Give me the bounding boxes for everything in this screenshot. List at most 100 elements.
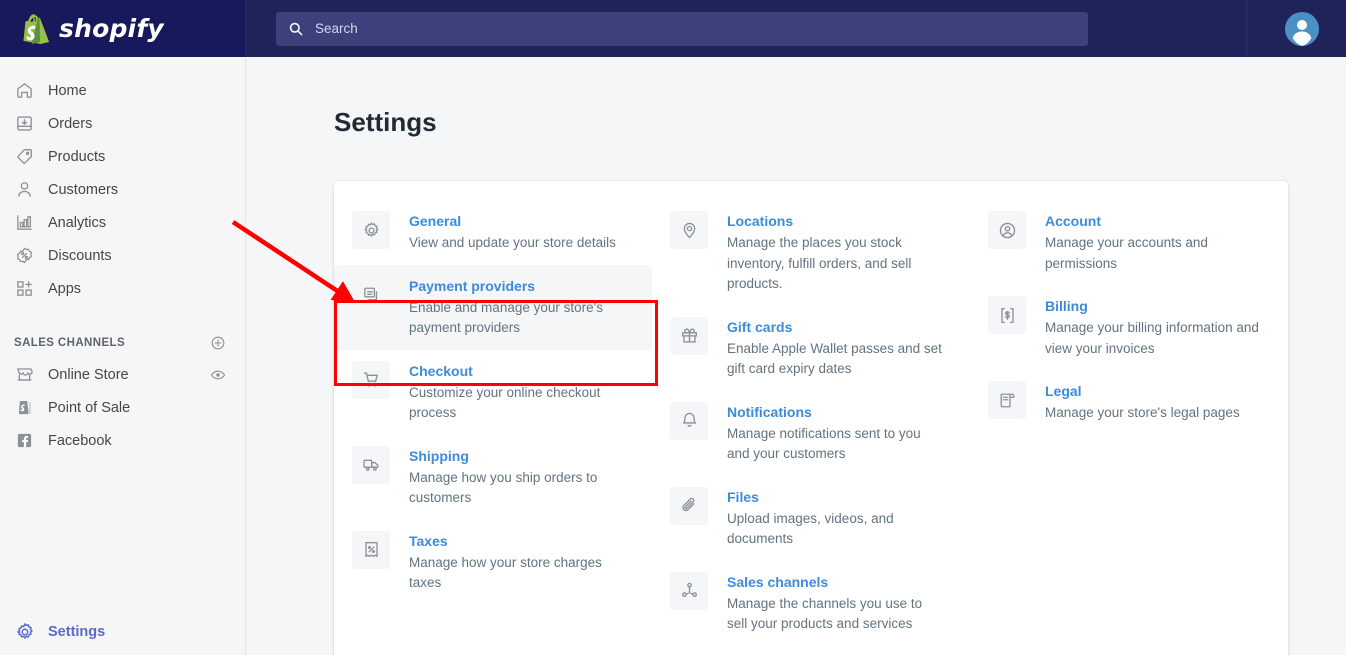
apps-grid-plus-icon <box>14 278 35 299</box>
orders-inbox-icon <box>14 113 35 134</box>
settings-item-title: Locations <box>727 212 945 230</box>
person-icon <box>14 179 35 200</box>
settings-item-description: Manage the places you stock inventory, f… <box>727 233 945 295</box>
settings-item-description: Manage your billing information and view… <box>1045 318 1263 359</box>
settings-card: General View and update your store detai… <box>334 181 1288 655</box>
shopping-cart-icon <box>352 361 390 399</box>
settings-item-description: View and update your store details <box>409 233 616 254</box>
sidebar-item-settings[interactable]: Settings <box>0 609 246 655</box>
settings-item-taxes[interactable]: Taxes Manage how your store charges taxe… <box>334 520 652 605</box>
eye-icon[interactable] <box>210 367 226 383</box>
avatar[interactable] <box>1285 12 1319 46</box>
settings-item-description: Manage how your store charges taxes <box>409 553 627 594</box>
plus-circle-icon[interactable] <box>210 335 226 351</box>
sidebar-nav-list: Home Orders <box>0 57 245 305</box>
shopify-bag-logo-icon <box>22 14 50 44</box>
settings-item-files[interactable]: Files Upload images, videos, and documen… <box>652 476 970 561</box>
sidebar-item-label: Apps <box>48 281 81 297</box>
settings-item-shipping[interactable]: Shipping Manage how you ship orders to c… <box>334 435 652 520</box>
sidebar-item-label: Facebook <box>48 433 112 449</box>
shopify-wordmark: shopify <box>59 14 164 43</box>
sidebar-item-analytics[interactable]: Analytics <box>0 206 245 239</box>
sidebar-item-label: Products <box>48 149 105 165</box>
sidebar-item-discounts[interactable]: Discounts <box>0 239 245 272</box>
gift-icon <box>670 317 708 355</box>
settings-item-account[interactable]: Account Manage your accounts and permiss… <box>970 200 1288 285</box>
sidebar-item-online-store[interactable]: Online Store <box>0 358 245 391</box>
discount-percent-icon <box>14 245 35 266</box>
shopify-admin-settings-page: shopify Search <box>0 0 1346 655</box>
settings-item-title: Files <box>727 488 945 506</box>
sidebar-item-label: Settings <box>48 624 105 640</box>
sidebar-item-facebook[interactable]: Facebook <box>0 424 245 457</box>
page-title: Settings <box>334 107 437 138</box>
settings-item-title: Gift cards <box>727 318 945 336</box>
settings-item-checkout[interactable]: Checkout Customize your online checkout … <box>334 350 652 435</box>
settings-column-2: Locations Manage the places you stock in… <box>652 181 970 655</box>
sidebar-item-customers[interactable]: Customers <box>0 173 245 206</box>
settings-column-1: General View and update your store detai… <box>334 181 652 655</box>
settings-item-title: Sales channels <box>727 573 945 591</box>
shopify-logo[interactable]: shopify <box>0 0 246 57</box>
receipt-percent-icon <box>352 531 390 569</box>
search-input[interactable]: Search <box>276 12 1088 46</box>
sidebar-item-label: Home <box>48 83 87 99</box>
settings-item-description: Manage your store's legal pages <box>1045 403 1240 424</box>
settings-item-description: Customize your online checkout process <box>409 383 627 424</box>
settings-item-general[interactable]: General View and update your store detai… <box>334 200 652 265</box>
sidebar-item-products[interactable]: Products <box>0 140 245 173</box>
bar-chart-icon <box>14 212 35 233</box>
settings-item-legal[interactable]: Legal Manage your store's legal pages <box>970 370 1288 435</box>
settings-column-3: Account Manage your accounts and permiss… <box>970 181 1288 655</box>
gear-icon <box>14 622 35 643</box>
sidebar-item-point-of-sale[interactable]: Point of Sale <box>0 391 245 424</box>
network-nodes-icon <box>670 572 708 610</box>
main-content: Settings General View and update your st… <box>246 57 1346 655</box>
settings-item-title: Notifications <box>727 403 945 421</box>
settings-item-description: Upload images, videos, and documents <box>727 509 945 550</box>
search-placeholder: Search <box>315 21 358 36</box>
top-bar-right <box>1246 0 1346 57</box>
settings-item-description: Enable Apple Wallet passes and set gift … <box>727 339 945 380</box>
settings-item-sales-channels[interactable]: Sales channels Manage the channels you u… <box>652 561 970 646</box>
sidebar-item-label: Customers <box>48 182 118 198</box>
sidebar-item-label: Point of Sale <box>48 400 130 416</box>
sidebar: Home Orders <box>0 57 246 655</box>
sidebar-item-orders[interactable]: Orders <box>0 107 245 140</box>
legal-document-icon <box>988 381 1026 419</box>
tag-icon <box>14 146 35 167</box>
facebook-icon <box>14 430 35 451</box>
payment-card-icon <box>352 276 390 314</box>
settings-item-description: Manage your accounts and permissions <box>1045 233 1263 274</box>
settings-item-notifications[interactable]: Notifications Manage notifications sent … <box>652 391 970 476</box>
top-bar-center: Search <box>246 0 1246 57</box>
billing-receipt-icon <box>988 296 1026 334</box>
sidebar-item-home[interactable]: Home <box>0 74 245 107</box>
settings-item-title: Checkout <box>409 362 627 380</box>
settings-item-payment-providers[interactable]: Payment providers Enable and manage your… <box>334 265 652 350</box>
sidebar-item-label: Discounts <box>48 248 112 264</box>
settings-item-locations[interactable]: Locations Manage the places you stock in… <box>652 200 970 306</box>
settings-item-title: Billing <box>1045 297 1263 315</box>
settings-item-description: Manage the channels you use to sell your… <box>727 594 945 635</box>
sidebar-item-apps[interactable]: Apps <box>0 272 245 305</box>
settings-item-billing[interactable]: Billing Manage your billing information … <box>970 285 1288 370</box>
search-icon <box>288 21 304 37</box>
settings-item-description: Manage notifications sent to you and you… <box>727 424 945 465</box>
bell-icon <box>670 402 708 440</box>
top-bar: shopify Search <box>0 0 1346 57</box>
settings-item-title: Account <box>1045 212 1263 230</box>
storefront-icon <box>14 364 35 385</box>
truck-icon <box>352 446 390 484</box>
settings-item-title: Payment providers <box>409 277 627 295</box>
sidebar-item-label: Online Store <box>48 367 129 383</box>
sidebar-item-label: Analytics <box>48 215 106 231</box>
map-pin-icon <box>670 211 708 249</box>
sales-channels-section-header: SALES CHANNELS <box>0 328 245 358</box>
sidebar-item-label: Orders <box>48 116 92 132</box>
paperclip-icon <box>670 487 708 525</box>
settings-item-gift-cards[interactable]: Gift cards Enable Apple Wallet passes an… <box>652 306 970 391</box>
account-circle-icon <box>988 211 1026 249</box>
settings-item-title: General <box>409 212 616 230</box>
settings-item-title: Shipping <box>409 447 627 465</box>
